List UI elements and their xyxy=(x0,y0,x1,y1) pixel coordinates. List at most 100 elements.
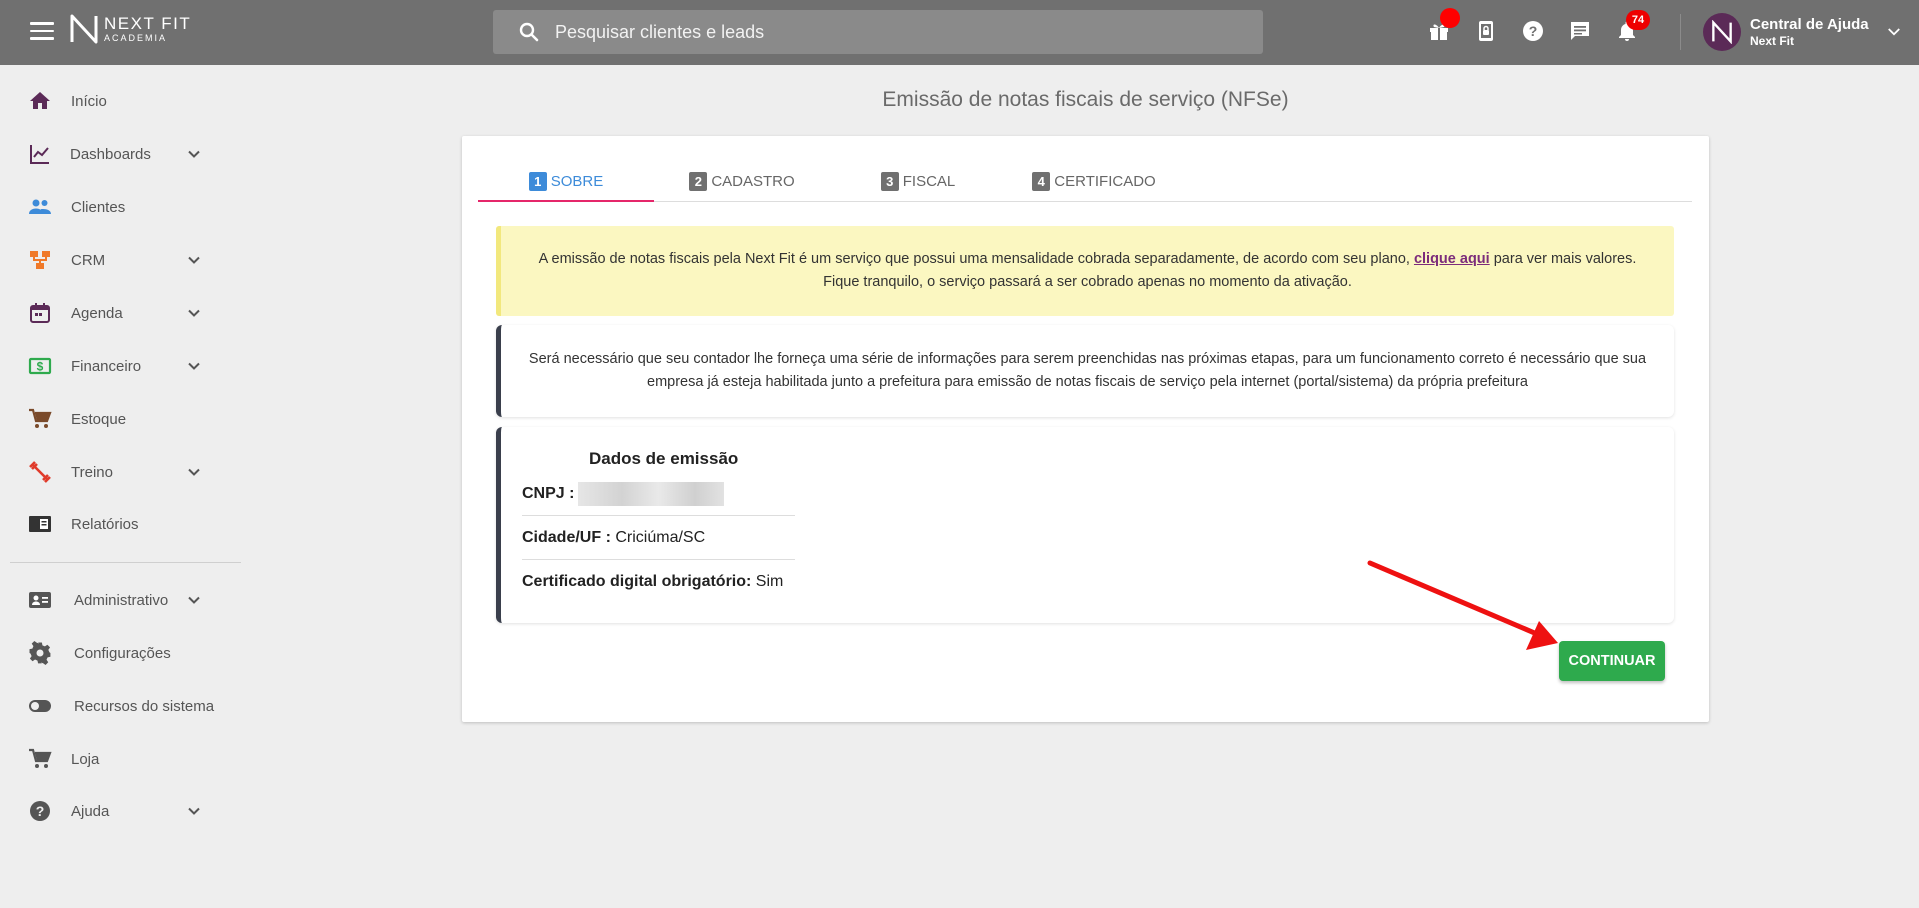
sidebar-item-treino[interactable]: Treino xyxy=(0,452,245,492)
avatar-logo-icon xyxy=(1712,20,1732,44)
notifications-badge: 74 xyxy=(1626,10,1650,30)
pricing-link[interactable]: clique aqui xyxy=(1414,251,1490,267)
sidebar-item-label: Dashboards xyxy=(70,145,151,163)
sidebar-item-label: Treino xyxy=(71,463,113,481)
user-org: Next Fit xyxy=(1750,33,1795,48)
money-icon: $ xyxy=(28,354,52,378)
search-bar[interactable] xyxy=(493,10,1263,54)
sidebar-item-crm[interactable]: CRM xyxy=(0,240,245,280)
tab-fiscal[interactable]: 3 FISCAL xyxy=(830,160,1006,202)
wizard-tabs: 1 SOBRE 2 CADASTRO 3 FISCAL 4 CERTIFICAD… xyxy=(478,160,1692,202)
sidebar-item-configuracoes[interactable]: Configurações xyxy=(0,633,245,673)
tab-sobre[interactable]: 1 SOBRE xyxy=(478,160,654,202)
cidade-label: Cidade/UF : xyxy=(522,528,611,546)
calendar-icon xyxy=(28,301,52,325)
sidebar-item-agenda[interactable]: Agenda xyxy=(0,293,245,333)
notifications-button[interactable]: 74 xyxy=(1612,10,1650,48)
chevron-down-icon[interactable] xyxy=(184,801,204,821)
cnpj-value-redacted xyxy=(578,481,725,506)
cidade-row: Cidade/UF : Criciúma/SC xyxy=(522,516,795,560)
gift-alert-dot xyxy=(1440,8,1460,28)
tab-number: 4 xyxy=(1032,171,1051,191)
logo[interactable]: NEXT FIT ACADEMIA xyxy=(70,14,191,44)
chevron-down-icon[interactable] xyxy=(184,356,204,376)
user-menu[interactable]: Central de Ajuda Next Fit xyxy=(1703,13,1903,51)
sidebar-item-label: Relatórios xyxy=(71,515,139,533)
tab-label: CADASTRO xyxy=(711,172,795,190)
certificado-row: Certificado digital obrigatório: Sim xyxy=(522,560,795,604)
svg-text:$: $ xyxy=(37,360,44,374)
search-icon xyxy=(519,22,539,42)
crm-icon xyxy=(28,248,52,272)
chevron-down-icon[interactable] xyxy=(184,303,204,323)
sidebar-item-relatorios[interactable]: Relatórios xyxy=(0,504,245,544)
search-input[interactable] xyxy=(555,21,1155,43)
sidebar-item-administrativo[interactable]: Administrativo xyxy=(0,580,245,620)
help-icon: ? xyxy=(28,799,52,823)
sidebar-item-inicio[interactable]: Início xyxy=(0,81,245,121)
sidebar-divider xyxy=(10,562,241,563)
gear-icon xyxy=(28,641,52,665)
tab-cadastro[interactable]: 2 CADASTRO xyxy=(654,160,830,202)
sidebar-item-label: Início xyxy=(71,92,107,110)
info-text: Será necessário que seu contador lhe for… xyxy=(528,351,1647,390)
svg-text:?: ? xyxy=(1529,23,1538,39)
sidebar-item-label: Clientes xyxy=(71,198,126,216)
logo-mark-icon xyxy=(70,14,98,44)
sidebar-item-label: Estoque xyxy=(71,410,127,428)
chevron-down-icon xyxy=(1887,28,1900,36)
certificado-value: Sim xyxy=(755,573,784,590)
sidebar-item-label: Recursos do sistema xyxy=(74,697,215,715)
emission-data-title: Dados de emissão xyxy=(589,449,739,468)
svg-text:?: ? xyxy=(36,803,45,819)
tab-number: 1 xyxy=(528,171,547,191)
chevron-down-icon[interactable] xyxy=(184,462,204,482)
sidebar-item-label: Agenda xyxy=(71,304,123,322)
chevron-down-icon[interactable] xyxy=(184,250,204,270)
sidebar-item-recursos[interactable]: Recursos do sistema xyxy=(0,686,245,726)
toggle-icon xyxy=(28,694,52,718)
chevron-down-icon[interactable] xyxy=(184,590,204,610)
alert-text: A emissão de notas fiscais pela Next Fit… xyxy=(538,251,1414,267)
logo-sub: ACADEMIA xyxy=(104,33,168,43)
sidebar-item-estoque[interactable]: Estoque xyxy=(0,399,245,439)
home-icon xyxy=(28,89,52,113)
cart-icon xyxy=(28,407,52,431)
tab-label: SOBRE xyxy=(550,172,604,190)
help-icon: ? xyxy=(1523,21,1543,41)
sidebar-item-label: Administrativo xyxy=(74,591,169,609)
chat-icon xyxy=(1571,22,1589,40)
sidebar-item-clientes[interactable]: Clientes xyxy=(0,187,245,227)
chevron-down-icon[interactable] xyxy=(184,144,204,164)
nfse-wizard-card: 1 SOBRE 2 CADASTRO 3 FISCAL 4 CERTIFICAD… xyxy=(462,136,1709,722)
tab-label: CERTIFICADO xyxy=(1054,172,1156,190)
logo-name: NEXT FIT xyxy=(104,14,192,33)
mobile-button[interactable] xyxy=(1471,14,1501,48)
help-button[interactable]: ? xyxy=(1518,14,1548,48)
user-name: Central de Ajuda xyxy=(1750,15,1869,33)
dumbbell-icon xyxy=(28,460,52,484)
tab-number: 3 xyxy=(880,171,899,191)
chat-button[interactable] xyxy=(1565,14,1595,48)
sidebar-item-ajuda[interactable]: ? Ajuda xyxy=(0,791,245,831)
sidebar-item-loja[interactable]: Loja xyxy=(0,739,245,779)
chart-line-icon xyxy=(28,142,52,166)
tab-number: 2 xyxy=(689,171,708,191)
report-icon xyxy=(28,512,52,536)
cart-icon xyxy=(28,747,52,771)
active-tab-indicator xyxy=(478,200,654,202)
topbar-divider xyxy=(1680,14,1681,50)
certificado-label: Certificado digital obrigatório: xyxy=(522,573,752,590)
requirements-info: Será necessário que seu contador lhe for… xyxy=(496,325,1674,417)
sidebar-item-dashboards[interactable]: Dashboards xyxy=(0,134,245,174)
tab-certificado[interactable]: 4 CERTIFICADO xyxy=(1006,160,1182,202)
sidebar-item-financeiro[interactable]: $ Financeiro xyxy=(0,346,245,386)
sidebar-item-label: Financeiro xyxy=(71,357,142,375)
tab-label: FISCAL xyxy=(902,172,956,190)
gift-button[interactable] xyxy=(1424,8,1460,48)
sidebar-item-label: Loja xyxy=(71,750,100,768)
menu-icon[interactable] xyxy=(30,22,54,42)
cnpj-label: CNPJ : xyxy=(522,484,575,502)
continue-button[interactable]: CONTINUAR xyxy=(1559,641,1665,681)
pricing-alert: A emissão de notas fiscais pela Next Fit… xyxy=(496,226,1674,316)
